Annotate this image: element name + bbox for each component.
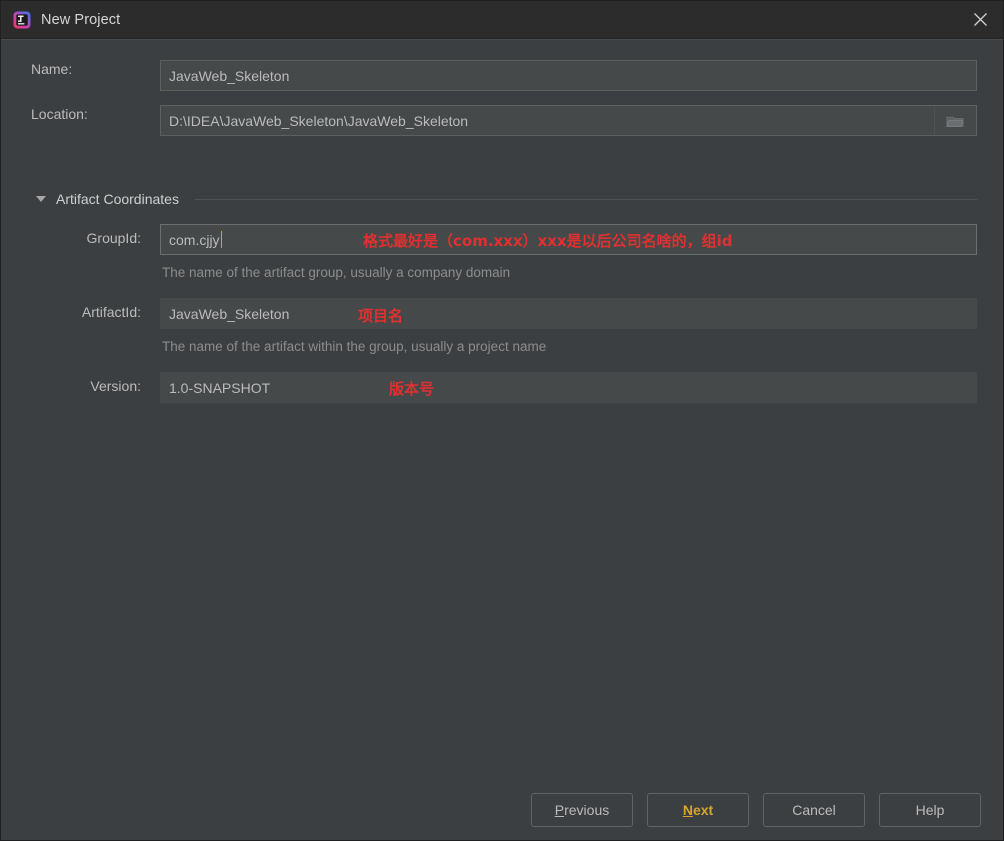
chevron-down-icon[interactable]: [36, 196, 46, 202]
next-button-label: ext: [692, 802, 714, 818]
text-caret: [220, 231, 223, 248]
artifactid-input[interactable]: JavaWeb_Skeleton: [160, 298, 977, 329]
help-button[interactable]: Help: [879, 793, 981, 827]
previous-button[interactable]: Previous: [531, 793, 633, 827]
groupid-hint: The name of the artifact group, usually …: [162, 265, 511, 280]
version-input[interactable]: 1.0-SNAPSHOT: [160, 372, 977, 403]
location-input-value: D:\IDEA\JavaWeb_Skeleton\JavaWeb_Skeleto…: [169, 112, 469, 129]
groupid-label-row: GroupId:: [1, 230, 141, 246]
section-divider: [194, 198, 977, 200]
version-annotation: 版本号: [389, 380, 435, 398]
dialog-content: Name: JavaWeb_Skeleton Location: D:\IDEA…: [1, 39, 1003, 840]
version-label: Version:: [90, 378, 141, 394]
version-input-value: 1.0-SNAPSHOT: [169, 379, 271, 396]
intellij-idea-logo-icon: [13, 11, 31, 29]
location-label: Location:: [31, 106, 88, 122]
artifactid-label: ArtifactId:: [81, 304, 141, 320]
artifactid-label-row: ArtifactId:: [1, 304, 141, 320]
artifact-coordinates-section-header[interactable]: Artifact Coordinates: [36, 191, 977, 207]
name-input-value: JavaWeb_Skeleton: [169, 67, 290, 84]
previous-button-label: revious: [564, 802, 610, 818]
name-input[interactable]: JavaWeb_Skeleton: [160, 60, 977, 91]
artifact-coordinates-title: Artifact Coordinates: [56, 191, 179, 207]
close-icon[interactable]: [957, 1, 1003, 38]
groupid-input-value: com.cjjy: [169, 231, 220, 248]
location-input[interactable]: D:\IDEA\JavaWeb_Skeleton\JavaWeb_Skeleto…: [160, 105, 977, 136]
dialog-footer: Previous Next Cancel Help: [1, 780, 1003, 840]
title-bar: New Project: [1, 1, 1003, 39]
version-label-row: Version:: [1, 378, 141, 394]
next-button[interactable]: Next: [647, 793, 749, 827]
previous-button-mnemonic: P: [554, 802, 565, 818]
next-button-mnemonic: N: [682, 802, 693, 818]
artifactid-hint: The name of the artifact within the grou…: [162, 339, 547, 354]
cancel-button-label: Cancel: [792, 802, 836, 818]
help-button-label: Help: [915, 802, 945, 818]
location-label-row: Location:: [31, 106, 88, 122]
artifactid-annotation: 项目名: [358, 307, 404, 325]
folder-icon[interactable]: [934, 107, 975, 134]
new-project-dialog: New Project Name: JavaWeb_Skeleton Locat…: [0, 0, 1004, 841]
window-title: New Project: [41, 11, 121, 28]
cancel-button[interactable]: Cancel: [763, 793, 865, 827]
artifactid-input-value: JavaWeb_Skeleton: [169, 305, 290, 322]
name-label: Name:: [31, 61, 73, 77]
name-label-row: Name:: [31, 61, 72, 77]
groupid-annotation: 格式最好是（com.xxx）xxx是以后公司名啥的，组id: [363, 232, 733, 250]
groupid-label: GroupId:: [86, 230, 141, 246]
